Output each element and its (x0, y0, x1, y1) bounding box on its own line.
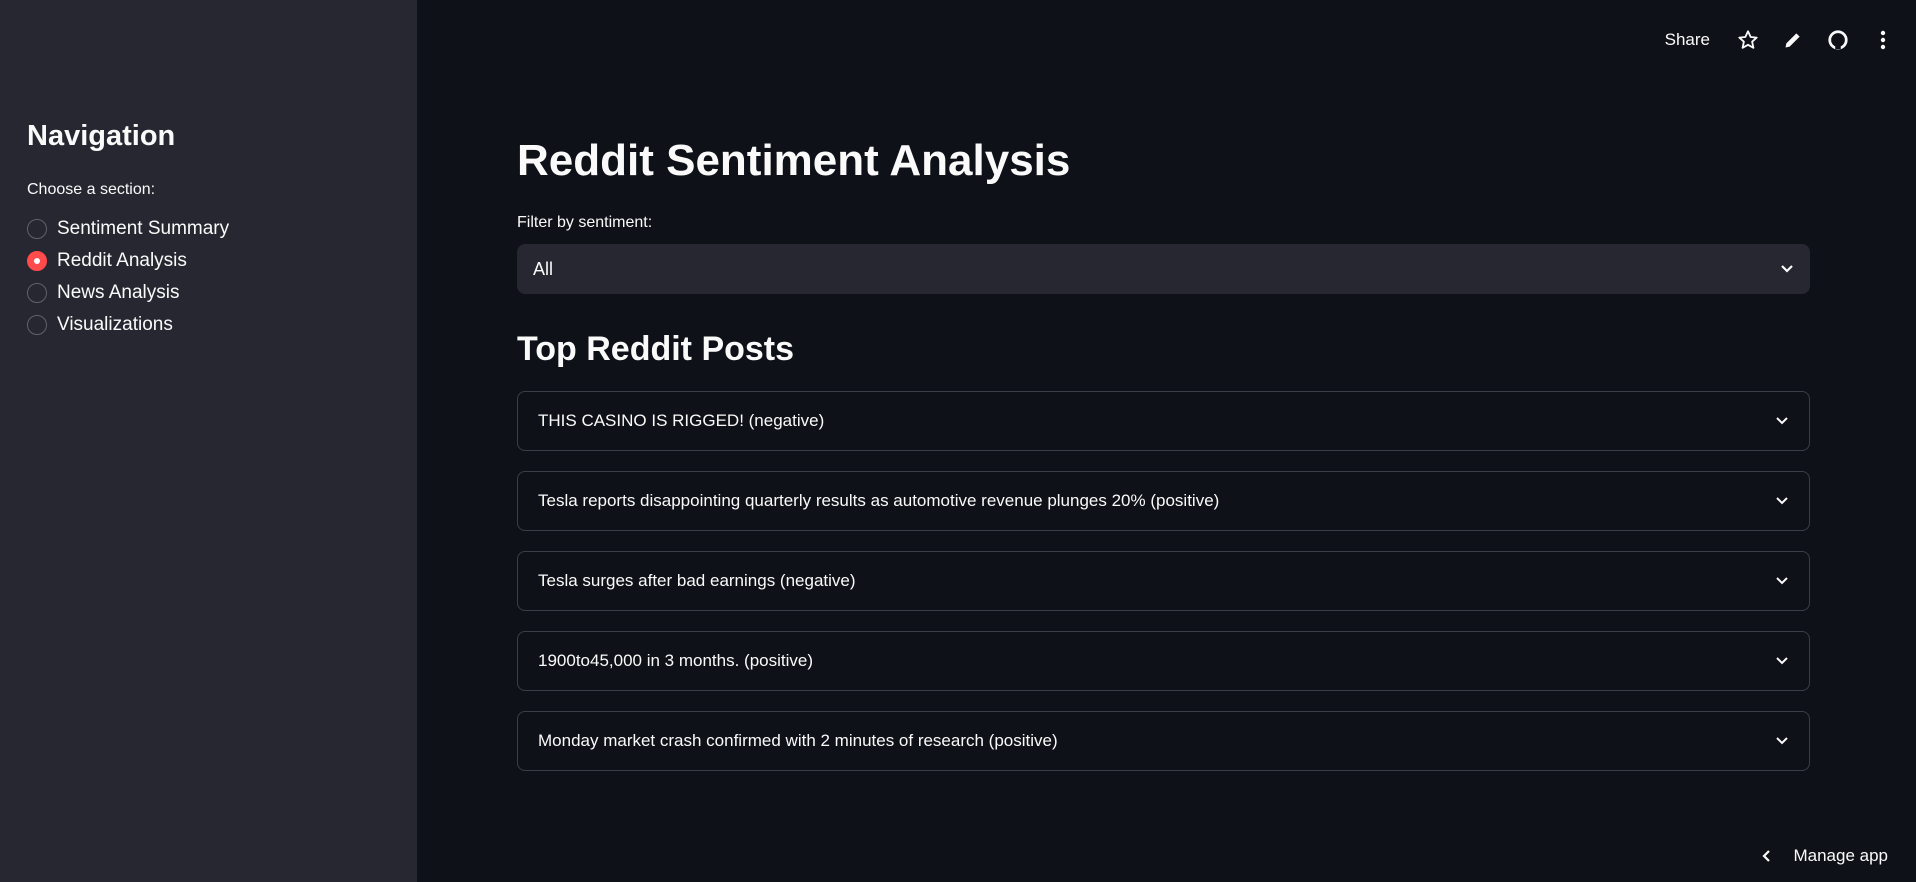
post-expander[interactable]: Tesla reports disappointing quarterly re… (517, 471, 1810, 531)
page-title: Reddit Sentiment Analysis (517, 136, 1071, 185)
radio-option-label: Reddit Analysis (57, 250, 187, 271)
post-title: THIS CASINO IS RIGGED! (negative) (538, 411, 825, 430)
sidebar: Navigation Choose a section: Sentiment S… (0, 0, 417, 882)
toolbar: Share (1665, 24, 1916, 56)
sentiment-filter-select[interactable]: All (517, 244, 1810, 294)
chevron-down-icon (1776, 577, 1788, 585)
radio-circle-icon (27, 283, 47, 303)
chevron-down-icon (1776, 497, 1788, 505)
manage-app-button[interactable]: Manage app (1761, 846, 1888, 866)
manage-app-label: Manage app (1793, 846, 1888, 865)
radio-circle-icon (27, 219, 47, 239)
chevron-down-icon (1781, 265, 1793, 273)
chevron-down-icon (1776, 737, 1788, 745)
post-expander[interactable]: Monday market crash confirmed with 2 min… (517, 711, 1810, 771)
post-title: Monday market crash confirmed with 2 min… (538, 731, 1058, 750)
more-vertical-icon[interactable] (1871, 28, 1895, 52)
post-expander[interactable]: THIS CASINO IS RIGGED! (negative) (517, 391, 1810, 451)
radio-label: Choose a section: (27, 181, 156, 198)
radio-option-label: Visualizations (57, 314, 173, 335)
edit-pencil-icon[interactable] (1781, 28, 1805, 52)
select-value: All (533, 258, 554, 279)
share-button[interactable]: Share (1665, 30, 1710, 50)
radio-option-label: Sentiment Summary (57, 218, 230, 239)
radio-sentiment-summary[interactable]: Sentiment Summary (27, 218, 229, 240)
star-icon[interactable] (1736, 28, 1760, 52)
filter-label: Filter by sentiment: (517, 214, 653, 231)
sidebar-title: Navigation (27, 120, 176, 152)
radio-selected-icon (27, 251, 47, 271)
radio-circle-icon (27, 315, 47, 335)
radio-option-label: News Analysis (57, 282, 180, 303)
chevron-down-icon (1776, 417, 1788, 425)
radio-news-analysis[interactable]: News Analysis (27, 282, 180, 304)
post-expander[interactable]: Tesla surges after bad earnings (negativ… (517, 551, 1810, 611)
radio-reddit-analysis[interactable]: Reddit Analysis (27, 250, 187, 272)
chevron-left-icon (1762, 850, 1771, 862)
post-title: Tesla surges after bad earnings (negativ… (538, 571, 856, 590)
github-icon[interactable] (1826, 28, 1850, 52)
chevron-down-icon (1776, 657, 1788, 665)
radio-visualizations[interactable]: Visualizations (27, 314, 173, 336)
post-title: 1900to45,000 in 3 months. (positive) (538, 651, 814, 670)
section-title: Top Reddit Posts (517, 330, 795, 368)
post-title: Tesla reports disappointing quarterly re… (538, 491, 1220, 510)
post-expander[interactable]: 1900to45,000 in 3 months. (positive) (517, 631, 1810, 691)
